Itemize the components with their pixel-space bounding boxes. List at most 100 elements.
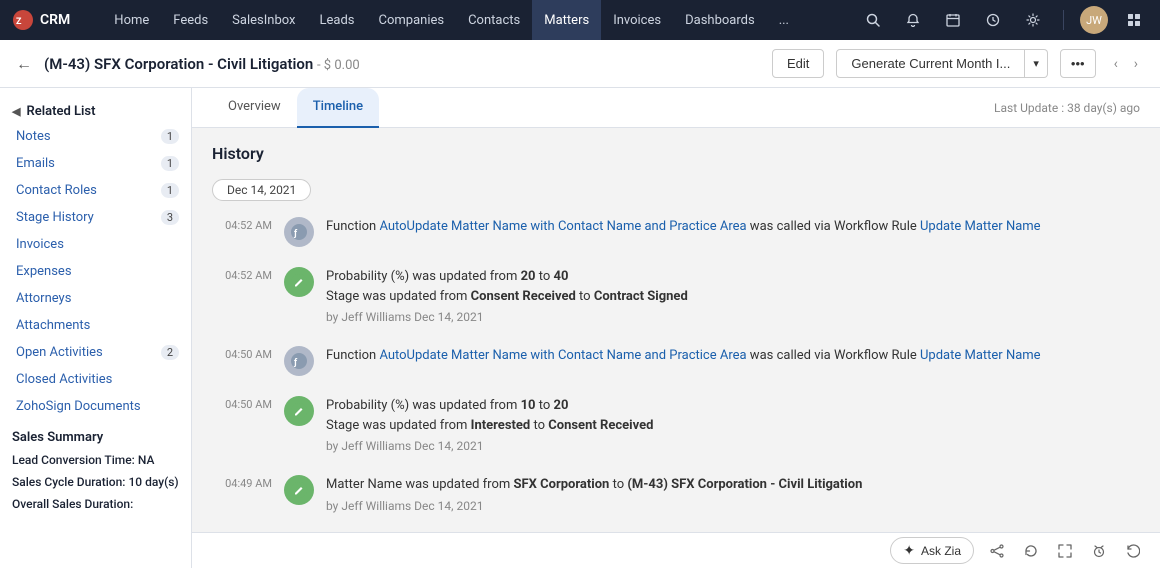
entry-avatar-4: [284, 396, 314, 426]
lead-conversion-label: Lead Conversion Time:: [12, 453, 135, 467]
entry-content-2: Probability (%) was updated from 20 to 4…: [326, 267, 1140, 326]
open-activities-badge: 2: [161, 345, 179, 360]
emails-badge: 1: [161, 156, 179, 171]
generate-dropdown-button[interactable]: ▾: [1025, 49, 1048, 78]
entry-time-2: 04:52 AM: [212, 267, 272, 282]
more-options-button[interactable]: •••: [1060, 49, 1096, 78]
stage-history-badge: 3: [161, 210, 179, 225]
page-title: (M-43) SFX Corporation - Civil Litigatio…: [44, 55, 760, 73]
tab-overview[interactable]: Overview: [212, 88, 297, 128]
sidebar-item-attachments[interactable]: Attachments: [0, 312, 191, 339]
nav-dashboards[interactable]: Dashboards: [673, 0, 767, 40]
entry-avatar-5: [284, 475, 314, 505]
sidebar-item-zohosign[interactable]: ZohoSign Documents: [0, 393, 191, 420]
history-container: History Dec 14, 2021 04:52 AM ƒ Function…: [192, 128, 1160, 568]
entry-content-4: Probability (%) was updated from 10 to 2…: [326, 396, 1140, 455]
crm-label: CRM: [40, 12, 70, 28]
history-entry-2: 04:52 AM Probability (%) was updated fro…: [212, 267, 1140, 326]
resize-icon: [1058, 544, 1072, 558]
entry-meta-5: by Jeff Williams Dec 14, 2021: [326, 497, 1140, 515]
nav-salesinbox[interactable]: SalesInbox: [220, 0, 307, 40]
edit-icon-2: [290, 402, 308, 420]
history-entry-3: 04:50 AM ƒ Function AutoUpdate Matter Na…: [212, 346, 1140, 376]
notes-label: Notes: [16, 129, 51, 144]
generate-button-group: Generate Current Month I... ▾: [836, 49, 1048, 78]
workflow-function-link-1[interactable]: AutoUpdate Matter Name with Contact Name…: [379, 219, 746, 234]
related-list-header[interactable]: ◀ Related List: [0, 96, 191, 123]
nav-companies[interactable]: Companies: [367, 0, 457, 40]
workflow-rule-link-2[interactable]: Update Matter Name: [920, 348, 1041, 363]
resize-icon-btn[interactable]: [1054, 540, 1076, 562]
refresh-icon-btn[interactable]: [1020, 540, 1042, 562]
tabs: Overview Timeline: [212, 88, 379, 128]
open-activities-label: Open Activities: [16, 345, 103, 360]
nav-home[interactable]: Home: [102, 0, 161, 40]
entry-content-5: Matter Name was updated from SFX Corpora…: [326, 475, 1140, 515]
undo-icon-btn[interactable]: [1122, 540, 1144, 562]
clock-icon-btn[interactable]: [979, 6, 1007, 34]
grid-icon: [1127, 13, 1141, 27]
sidebar-item-invoices[interactable]: Invoices: [0, 231, 191, 258]
overall-sales-label: Overall Sales Duration:: [12, 497, 133, 511]
sidebar-item-attorneys[interactable]: Attorneys: [0, 285, 191, 312]
tab-timeline[interactable]: Timeline: [297, 88, 379, 128]
nav-leads[interactable]: Leads: [307, 0, 366, 40]
alarm-icon-btn[interactable]: [1088, 540, 1110, 562]
history-entry-5: 04:49 AM Matter Name was updated from SF…: [212, 475, 1140, 515]
alarm-icon: [1092, 544, 1106, 558]
main-layout: ◀ Related List Notes 1 Emails 1 Contact …: [0, 88, 1160, 568]
calendar-icon: [946, 13, 960, 27]
back-button[interactable]: ←: [16, 54, 32, 74]
edit-icon: [290, 273, 308, 291]
edit-button[interactable]: Edit: [772, 49, 824, 78]
ask-zia-button[interactable]: ✦ Ask Zia: [890, 537, 974, 564]
zoho-logo-icon: Z: [12, 9, 34, 31]
sidebar-item-open-activities[interactable]: Open Activities 2: [0, 339, 191, 366]
nav-more[interactable]: ...: [767, 0, 801, 40]
sidebar-item-contact-roles[interactable]: Contact Roles 1: [0, 177, 191, 204]
gear-icon: [1026, 13, 1040, 27]
sidebar-item-closed-activities[interactable]: Closed Activities: [0, 366, 191, 393]
top-navigation: Z CRM Home Feeds SalesInbox Leads Compan…: [0, 0, 1160, 40]
nav-invoices[interactable]: Invoices: [601, 0, 673, 40]
app-logo[interactable]: Z CRM: [12, 9, 86, 31]
sidebar-item-notes[interactable]: Notes 1: [0, 123, 191, 150]
generate-button[interactable]: Generate Current Month I...: [836, 49, 1025, 78]
sidebar-item-emails[interactable]: Emails 1: [0, 150, 191, 177]
undo-icon: [1126, 544, 1140, 558]
grid-icon-btn[interactable]: [1120, 6, 1148, 34]
ask-zia-label: Ask Zia: [921, 544, 961, 558]
share-icon-btn[interactable]: [986, 540, 1008, 562]
search-icon-btn[interactable]: [859, 6, 887, 34]
topnav-right: JW: [859, 6, 1148, 34]
nav-matters[interactable]: Matters: [532, 0, 601, 40]
workflow-function-link-2[interactable]: AutoUpdate Matter Name with Contact Name…: [379, 348, 746, 363]
sales-summary-header: Sales Summary: [0, 420, 191, 449]
entry-meta-4: by Jeff Williams Dec 14, 2021: [326, 437, 1140, 455]
sales-cycle-label: Sales Cycle Duration:: [12, 475, 125, 489]
svg-text:Z: Z: [16, 17, 22, 27]
nav-divider: [1063, 10, 1064, 30]
user-avatar[interactable]: JW: [1080, 6, 1108, 34]
settings-icon-btn[interactable]: [1019, 6, 1047, 34]
next-record-button[interactable]: ›: [1128, 52, 1144, 76]
calendar-icon-btn[interactable]: [939, 6, 967, 34]
workflow-rule-link-1[interactable]: Update Matter Name: [920, 219, 1041, 234]
nav-contacts[interactable]: Contacts: [456, 0, 532, 40]
prev-record-button[interactable]: ‹: [1108, 52, 1124, 76]
tab-bar: Overview Timeline Last Update : 38 day(s…: [192, 88, 1160, 128]
clock-icon: [986, 13, 1000, 27]
lead-conversion-value: NA: [138, 453, 155, 467]
notification-icon-btn[interactable]: [899, 6, 927, 34]
share-icon: [990, 544, 1004, 558]
sales-cycle-row: Sales Cycle Duration: 10 day(s): [0, 471, 191, 493]
nav-feeds[interactable]: Feeds: [161, 0, 220, 40]
sidebar-item-expenses[interactable]: Expenses: [0, 258, 191, 285]
attorneys-label: Attorneys: [16, 291, 71, 306]
entry-avatar-1: ƒ: [284, 217, 314, 247]
sidebar-item-stage-history[interactable]: Stage History 3: [0, 204, 191, 231]
expenses-label: Expenses: [16, 264, 72, 279]
sales-cycle-value: 10 day(s): [128, 475, 178, 489]
emails-label: Emails: [16, 156, 55, 171]
entry-time-5: 04:49 AM: [212, 475, 272, 490]
